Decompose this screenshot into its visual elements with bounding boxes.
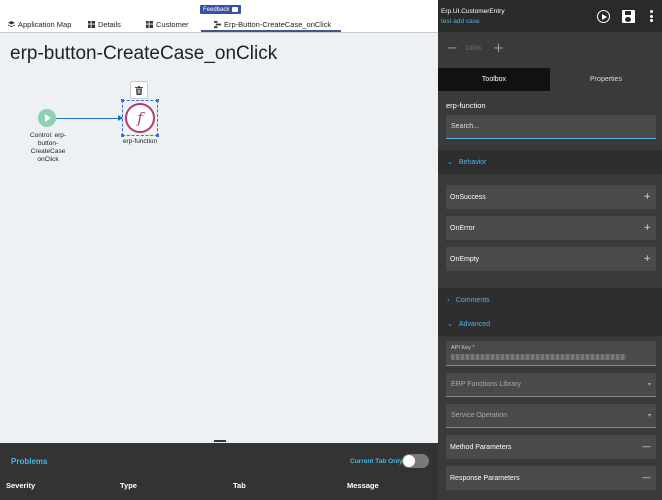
canvas-title: erp-button-CreateCase_onClick xyxy=(10,43,278,64)
add-icon[interactable]: + xyxy=(643,223,651,233)
tab-application-map[interactable]: Application Map xyxy=(8,18,71,30)
delete-node-button[interactable] xyxy=(130,81,148,99)
section-label: Advanced xyxy=(458,320,491,328)
tab-properties[interactable]: Properties xyxy=(550,68,662,91)
tab-erp-button-createcase-onclick[interactable]: Erp-Button-CreateCase_onClick xyxy=(214,18,331,30)
property-label: OnEmpty xyxy=(450,255,480,263)
service-operation-select[interactable]: Service Operation ▾ xyxy=(446,404,656,428)
designer-pane: Feedback Application Map Details Custome… xyxy=(0,0,438,500)
panel-tabs: Toolbox Properties xyxy=(438,68,662,91)
chevron-right-icon: › xyxy=(447,296,450,304)
chevron-down-icon: ⌄ xyxy=(447,158,453,166)
method-parameters-row[interactable]: Method Parameters — xyxy=(446,435,656,459)
api-key-masked-value xyxy=(451,354,626,360)
zoom-controls: − 100% + xyxy=(438,32,662,64)
app-name: Erp.UI.CustomerEntry xyxy=(441,8,505,15)
tab-label: Application Map xyxy=(18,19,72,29)
section-comments[interactable]: › Comments xyxy=(438,288,662,312)
dropdown-icon: ▾ xyxy=(647,381,651,388)
chat-icon xyxy=(232,7,239,12)
resize-handle[interactable] xyxy=(156,134,159,137)
tab-label: Customer xyxy=(156,19,189,29)
zoom-in-button[interactable]: + xyxy=(493,41,504,56)
tab-details[interactable]: Details xyxy=(88,18,121,30)
section-advanced[interactable]: ⌄ Advanced xyxy=(438,312,662,336)
api-key-field[interactable]: API Key * xyxy=(446,341,656,366)
function-node[interactable]: f xyxy=(125,103,155,133)
dropdown-icon: ▾ xyxy=(647,412,651,419)
panel-header: Erp.UI.CustomerEntry test add case xyxy=(438,0,662,32)
resize-handle[interactable] xyxy=(121,134,124,137)
chevron-down-icon: ⌄ xyxy=(447,320,453,328)
panel-resize-handle[interactable] xyxy=(214,440,226,442)
property-onerror[interactable]: OnError + xyxy=(446,216,656,240)
tab-label: Details xyxy=(98,19,121,29)
active-tab-indicator xyxy=(201,30,341,32)
section-behavior[interactable]: ⌄ Behavior xyxy=(438,150,662,174)
flow-icon xyxy=(214,20,221,28)
tab-label: Erp-Button-CreateCase_onClick xyxy=(224,19,332,29)
start-node[interactable] xyxy=(38,109,56,127)
column-header-tab[interactable]: Tab xyxy=(233,481,246,490)
flow-canvas[interactable]: erp-button-CreateCase_onClick Control: e… xyxy=(0,33,438,443)
column-header-type[interactable]: Type xyxy=(120,481,137,490)
api-key-label: API Key * xyxy=(451,345,475,351)
add-icon[interactable]: + xyxy=(643,254,651,264)
collapse-icon[interactable]: — xyxy=(642,473,651,483)
property-label: OnError xyxy=(450,224,475,232)
column-header-severity[interactable]: Severity xyxy=(6,481,35,490)
layers-icon xyxy=(8,20,15,27)
grid-icon xyxy=(88,20,95,28)
properties-pane: Erp.UI.CustomerEntry test add case − 100… xyxy=(438,0,662,500)
erp-functions-library-select[interactable]: ERP Functions Library ▾ xyxy=(446,373,656,397)
search-input[interactable]: Search... xyxy=(446,115,656,139)
select-label: ERP Functions Library xyxy=(451,381,521,388)
tab-toolbox[interactable]: Toolbox xyxy=(438,68,550,91)
connector-line[interactable] xyxy=(56,118,120,119)
grid-icon xyxy=(146,20,153,28)
save-icon[interactable] xyxy=(622,10,635,23)
section-label: Behavior xyxy=(458,158,487,166)
zoom-level: 100% xyxy=(465,45,482,52)
current-tab-only-label: Current Tab Only xyxy=(350,458,403,465)
tab-customer[interactable]: Customer xyxy=(146,18,189,30)
problems-title[interactable]: Problems xyxy=(11,457,47,466)
feedback-button[interactable]: Feedback xyxy=(200,5,242,14)
play-icon[interactable] xyxy=(597,10,610,23)
more-vertical-icon[interactable] xyxy=(650,10,654,22)
current-tab-only-toggle[interactable] xyxy=(402,454,429,468)
case-link[interactable]: test add case xyxy=(441,18,480,25)
start-node-label: Control: erp-button-CreateCase onClick xyxy=(29,132,67,163)
resize-handle[interactable] xyxy=(156,99,159,102)
property-onsuccess[interactable]: OnSuccess + xyxy=(446,185,656,209)
zoom-out-button[interactable]: − xyxy=(447,41,458,56)
function-node-label: erp-function xyxy=(122,138,158,145)
problems-panel: Problems Current Tab Only Severity Type … xyxy=(0,443,438,500)
collapse-icon[interactable]: — xyxy=(642,442,651,452)
trash-icon xyxy=(135,85,143,95)
add-icon[interactable]: + xyxy=(643,192,651,202)
property-label: OnSuccess xyxy=(450,193,486,201)
column-header-message[interactable]: Message xyxy=(347,481,379,490)
selected-node-title: erp-function xyxy=(446,101,486,110)
property-onempty[interactable]: OnEmpty + xyxy=(446,247,656,271)
property-label: Response Parameters xyxy=(450,474,520,482)
response-parameters-row[interactable]: Response Parameters — xyxy=(446,466,656,490)
resize-handle[interactable] xyxy=(121,99,124,102)
tab-bar: Feedback Application Map Details Custome… xyxy=(0,0,438,33)
select-label: Service Operation xyxy=(451,412,508,419)
function-icon: f xyxy=(137,109,143,127)
feedback-label: Feedback xyxy=(203,6,230,13)
property-label: Method Parameters xyxy=(450,443,512,451)
section-label: Comments xyxy=(455,296,490,304)
